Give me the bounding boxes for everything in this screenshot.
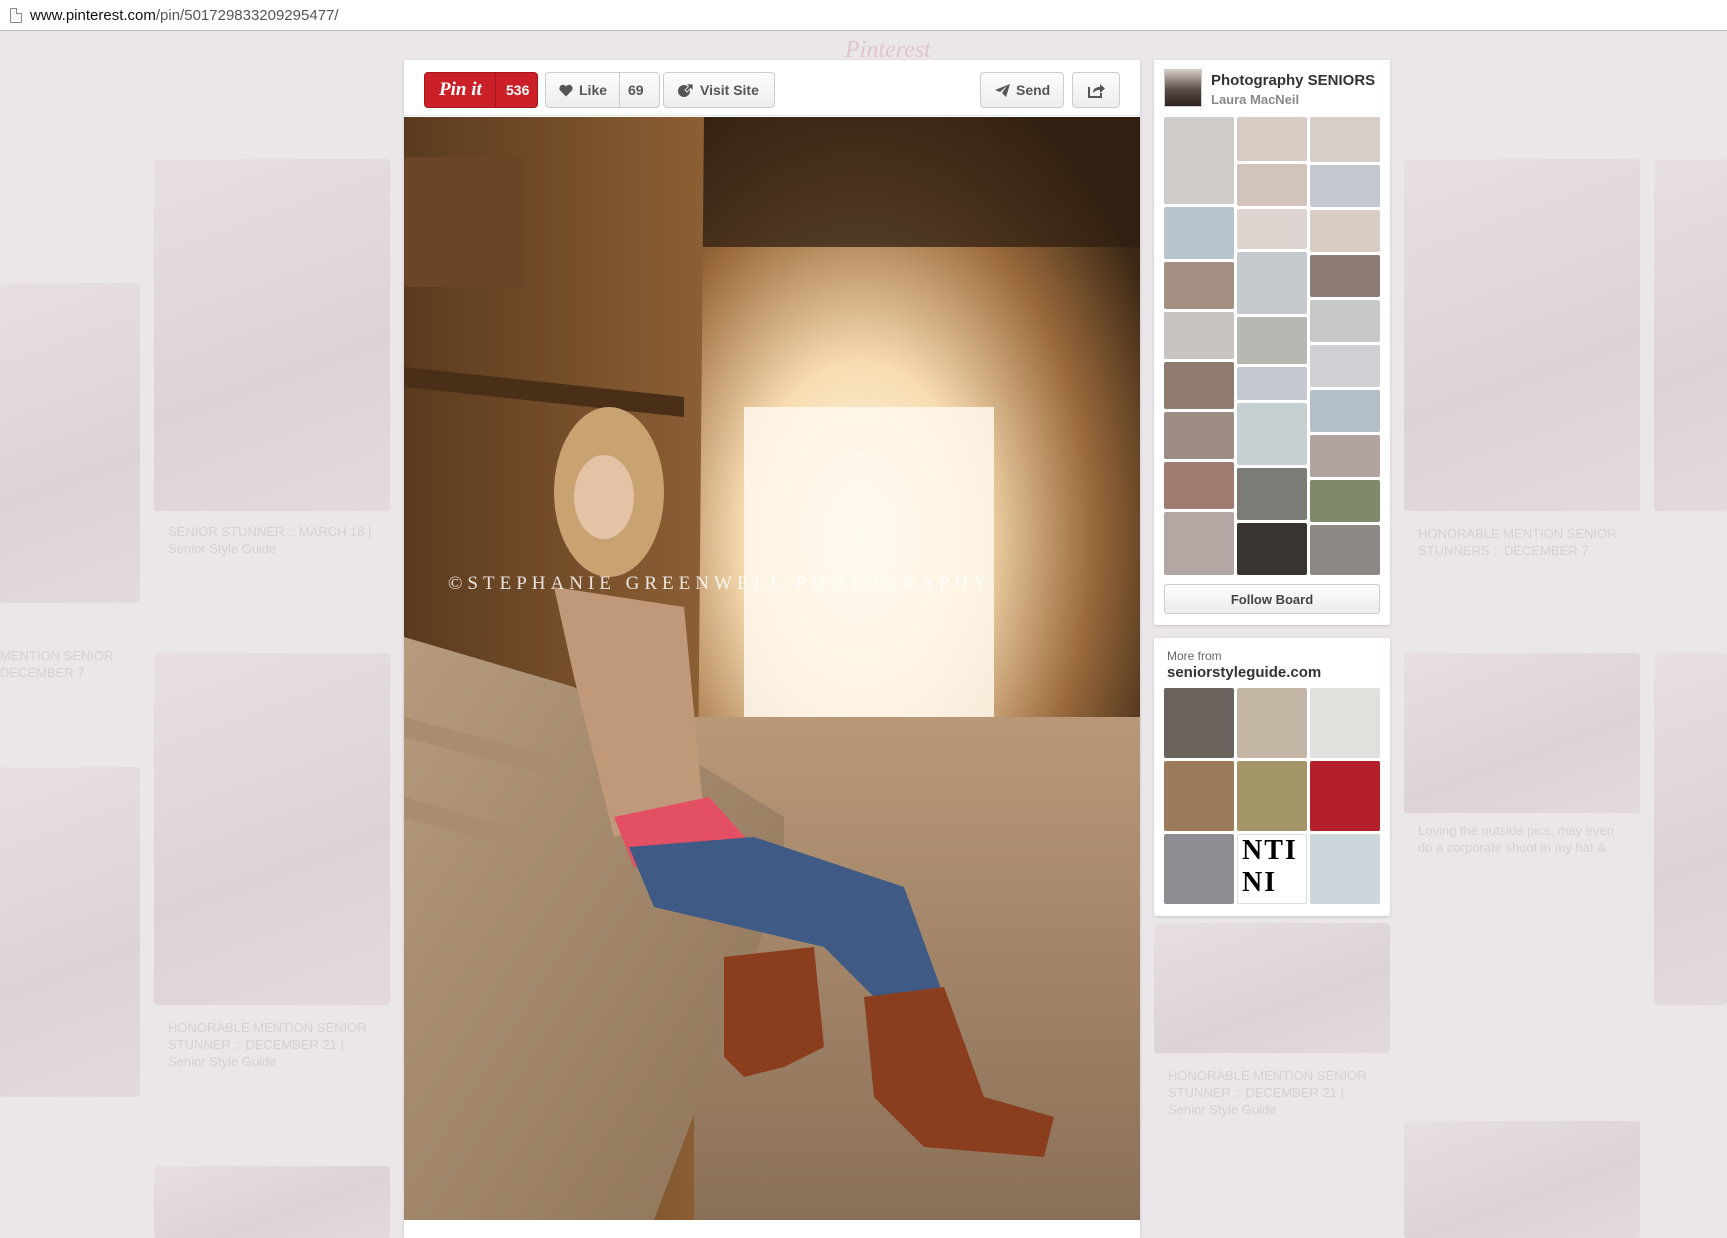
ghost-pin (0, 283, 140, 603)
board-thumbnail[interactable] (1164, 312, 1234, 359)
follow-board-button[interactable]: Follow Board (1164, 584, 1380, 614)
share-button[interactable] (1072, 72, 1120, 108)
more-thumbnail[interactable] (1237, 761, 1307, 831)
ghost-caption: SENIOR STUNNER :: MARCH 18 | Senior Styl… (168, 524, 372, 556)
like-button[interactable]: Like 69 (545, 72, 660, 108)
more-thumbnail[interactable] (1310, 761, 1380, 831)
globe-arrow-icon (678, 83, 694, 97)
ghost-pin (1154, 923, 1390, 1053)
ghost-pin (1404, 653, 1640, 813)
board-thumbnail[interactable] (1310, 480, 1380, 522)
board-thumbnail[interactable] (1310, 165, 1380, 207)
pin-it-count: 536 (495, 73, 529, 107)
share-icon (1087, 83, 1105, 98)
board-thumbnail[interactable] (1237, 523, 1307, 575)
board-thumbnail[interactable] (1164, 207, 1234, 259)
board-thumbnail[interactable] (1237, 209, 1307, 249)
url-text[interactable]: www.pinterest.com/pin/501729833209295477… (30, 7, 339, 24)
photo-watermark: ©STEPHANIE GREENWELL PHOTOGRAPHY (448, 573, 992, 594)
board-thumbnail[interactable] (1310, 525, 1380, 575)
ghost-pin (154, 653, 390, 1005)
heart-icon (559, 84, 573, 96)
ghost-pin (0, 767, 140, 1097)
paper-plane-icon (995, 83, 1010, 97)
ghost-pin (154, 159, 390, 511)
pin-panel: Pin it 536 Like 69 Visit Site Send ©STEP… (404, 60, 1140, 1238)
mosaic-letters: NTI NI E G (1242, 835, 1298, 903)
board-thumbnail[interactable] (1310, 435, 1380, 477)
board-thumbnail[interactable] (1310, 210, 1380, 252)
board-thumbnail[interactable] (1237, 367, 1307, 400)
ghost-pin (1654, 159, 1727, 511)
board-thumbnail-grid[interactable] (1164, 117, 1380, 575)
board-thumbnail[interactable] (1310, 345, 1380, 387)
board-owner-name[interactable]: Laura MacNeil (1211, 92, 1299, 107)
more-thumbnail[interactable] (1237, 688, 1307, 758)
board-thumbnail[interactable] (1237, 317, 1307, 364)
more-thumbnail[interactable]: NTI NI E G (1237, 834, 1307, 904)
board-thumbnail[interactable] (1237, 403, 1307, 465)
page-icon (10, 7, 22, 23)
pin-photo[interactable]: ©STEPHANIE GREENWELL PHOTOGRAPHY (404, 117, 1140, 1220)
board-thumbnail[interactable] (1310, 117, 1380, 162)
ghost-caption: HONORABLE MENTION SENIOR STUNNER :: DECE… (1168, 1068, 1367, 1117)
more-thumbnail[interactable] (1164, 761, 1234, 831)
ghost-caption: HONORABLE MENTION SENIOR STUNNER :: DECE… (168, 1020, 367, 1069)
ghost-caption: Loving the outside pics, may even do a c… (1418, 823, 1614, 855)
board-thumbnail[interactable] (1164, 362, 1234, 409)
like-label: Like (579, 82, 608, 98)
ghost-caption: MENTION SENIOR DECEMBER 7 (0, 648, 114, 680)
send-label: Send (1016, 82, 1051, 98)
ghost-pin (1654, 653, 1727, 1005)
visit-site-button[interactable]: Visit Site (663, 72, 775, 108)
board-thumbnail[interactable] (1164, 512, 1234, 575)
photo-illustration (404, 117, 1140, 1220)
more-thumbnail[interactable] (1164, 688, 1234, 758)
board-thumbnail[interactable] (1237, 252, 1307, 314)
board-thumbnail[interactable] (1310, 390, 1380, 432)
board-thumbnail[interactable] (1164, 117, 1234, 204)
board-thumbnail[interactable] (1237, 164, 1307, 206)
pin-it-label: Pin it (439, 79, 482, 100)
like-count: 69 (628, 82, 644, 98)
more-from-domain[interactable]: seniorstyleguide.com (1167, 664, 1321, 681)
ghost-pin (1404, 159, 1640, 511)
board-thumbnail[interactable] (1237, 468, 1307, 520)
send-button[interactable]: Send (980, 72, 1064, 108)
more-from-label: More from (1167, 649, 1222, 663)
ghost-pin (154, 1166, 390, 1238)
board-title[interactable]: Photography SENIORS (1211, 72, 1375, 89)
visit-site-label: Visit Site (700, 82, 759, 98)
ghost-pin (1404, 1121, 1640, 1238)
board-thumbnail[interactable] (1310, 300, 1380, 342)
board-thumbnail[interactable] (1164, 412, 1234, 459)
more-thumbnail[interactable] (1164, 834, 1234, 904)
board-thumbnail[interactable] (1164, 262, 1234, 309)
pin-it-button[interactable]: Pin it 536 (424, 72, 538, 108)
board-owner-avatar[interactable] (1164, 69, 1202, 107)
board-card: Photography SENIORS Laura MacNeil Follow… (1154, 60, 1390, 625)
more-thumbnail[interactable] (1310, 688, 1380, 758)
more-thumbnail[interactable] (1310, 834, 1380, 904)
board-thumbnail[interactable] (1164, 462, 1234, 509)
ghost-caption: HONORABLE MENTION SENIOR STUNNERS :: DEC… (1418, 526, 1617, 558)
pin-toolbar: Pin it 536 Like 69 Visit Site Send (404, 60, 1140, 116)
address-bar[interactable]: www.pinterest.com/pin/501729833209295477… (0, 0, 1727, 31)
board-thumbnail[interactable] (1310, 255, 1380, 297)
board-thumbnail[interactable] (1237, 117, 1307, 161)
more-from-card: More from seniorstyleguide.com NTI NI E … (1154, 638, 1390, 916)
